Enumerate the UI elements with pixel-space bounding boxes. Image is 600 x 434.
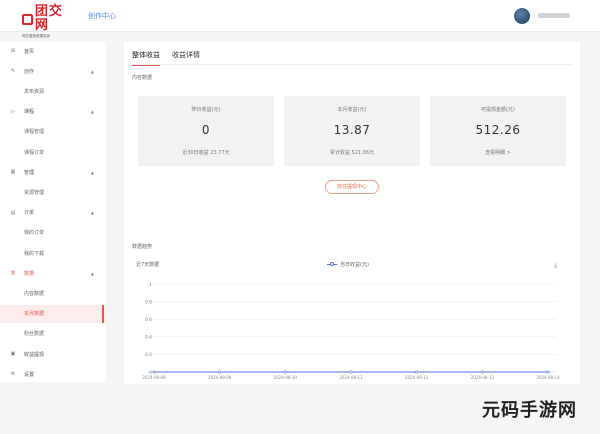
data-point[interactable] [480,370,484,374]
chart-legend[interactable]: 当日收益(元) [327,261,369,268]
x-tick-label: 2024-08-14 [536,375,560,380]
sidebar-item-label: 课程 [24,109,35,116]
sidebar-item-label: 数据 [24,270,35,277]
tab-divider [132,64,572,65]
income-line-chart: 00.20.40.60.812024-08-08 2024-08-09 2024-0… [142,282,560,380]
sidebar-item[interactable]: 资源管理 [0,183,106,201]
sidebar-item[interactable]: ⊞ 首页 [0,42,106,60]
creator-center-link[interactable]: 创作中心 [88,11,116,21]
y-tick-label: 0.6 [145,317,152,323]
view-detail-link[interactable]: 查看明细 > [430,149,566,156]
gear-icon: ⚙ [10,371,16,378]
sidebar-item[interactable]: 课程管理 [0,123,106,141]
y-tick-label: 1 [149,282,152,288]
legend-line-icon [327,262,337,266]
data-point[interactable] [152,370,156,374]
sidebar: ⊞ 首页 ✎ 创作 ▲ 发布资源 ▷ 课程 ▲ 课程管理 课程订单 ▦ 管理 ▲ 资源管理 ▤ 订单 ▲ 我的订单我… [0,42,106,382]
x-tick-label: 2024-08-12 [405,375,429,380]
sidebar-item[interactable]: ⚙ 设置 [0,365,106,383]
chevron-up-icon[interactable]: ▲ [91,109,94,114]
sidebar-item-label: 课程订单 [24,149,45,156]
chevron-up-icon[interactable]: ▲ [91,271,94,276]
chevron-up-icon[interactable]: ▲ [91,210,94,215]
data-point[interactable] [283,370,287,374]
card-title: 可提现金额(元) [481,107,515,113]
data-point[interactable] [546,370,550,374]
data-point[interactable] [415,370,419,374]
sidebar-item[interactable]: 内容数据 [0,284,106,302]
range-label[interactable]: 近7天数据 [136,261,159,268]
watermark: 元码手游网 [482,400,577,421]
top-header: 团交网 网交虚拟资源买卖 创作中心 [0,0,600,38]
x-tick-label: 2024-08-10 [274,375,298,380]
content-data-label: 内容数据 [132,75,153,81]
card-month-income: 本月收益(元) 13.87 累计收益 521.06元 [284,96,420,166]
logo-mark-icon [22,13,33,25]
sidebar-item-label: 我的订单 [24,230,45,237]
home-icon: ⊞ [10,48,16,54]
sidebar-item-label: 设置 [24,371,35,378]
wallet-icon: ▣ [10,351,16,357]
chevron-up-icon[interactable]: ▲ [91,69,94,74]
sidebar-item[interactable]: 本月数据 [0,304,106,323]
logo-text: 团交网 [34,4,63,33]
sidebar-item[interactable]: 发布资源 [0,82,106,100]
sidebar-item-label: 粉丝数据 [24,331,45,338]
x-tick-label: 2024-08-09 [208,375,232,380]
trend-label: 数据趋势 [132,244,153,250]
card-value: 0 [201,123,211,137]
card-title: 本月收益(元) [337,107,367,113]
sidebar-item-label: 发布资源 [24,88,45,95]
card-foot: 近30日收益 23.77元 [182,150,230,156]
card-foot: 累计收益 521.06元 [329,150,375,156]
card-value: 512.26 [475,123,521,137]
y-tick-label: 0.8 [145,299,152,305]
sidebar-item-label: 收益提现 [24,351,45,358]
sidebar-item[interactable]: ▦ 管理 ▲ [0,163,106,181]
grid-icon: ▦ [10,169,16,176]
logo-subtitle: 网交虚拟资源买卖 [22,34,50,38]
sidebar-item-label: 管理 [24,169,35,176]
sidebar-item-label: 本月数据 [24,311,45,318]
card-value: 13.87 [333,123,371,137]
data-point[interactable] [218,370,222,374]
chart-icon: ▥ [10,270,16,277]
sidebar-item[interactable]: ✎ 创作 ▲ [0,62,106,80]
withdraw-center-button[interactable]: 前往提现中心 [325,180,379,194]
sidebar-item-label: 订单 [24,210,35,217]
legend-label: 当日收益(元) [340,262,369,268]
sidebar-item[interactable]: 粉丝数据 [0,325,106,343]
card-title: 昨日收益(元) [191,107,221,113]
main-panel: 整体收益 收益详情 内容数据 昨日收益(元) 0 近30日收益 23.77元 本… [124,42,580,384]
sidebar-item[interactable]: 课程订单 [0,143,106,161]
sidebar-item-label: 首页 [24,48,35,55]
x-tick-label: 2024-08-11 [339,375,363,380]
logo[interactable]: 团交网 网交虚拟资源买卖 [22,5,76,39]
order-icon: ▤ [10,209,16,216]
edit-icon: ✎ [10,68,16,75]
sidebar-item-label: 内容数据 [24,290,45,297]
sidebar-item[interactable]: 我的订单 [0,224,106,242]
sidebar-item-label: 我的下载 [24,250,45,257]
sidebar-item[interactable]: ▤ 订单 ▲ [0,204,106,222]
sidebar-item[interactable]: ▣ 收益提现 [0,345,106,363]
sidebar-item[interactable]: 我的下载 [0,244,106,262]
card-withdrawable: 可提现金额(元) 512.26 查看明细 > [430,96,566,166]
x-tick-label: 2024-08-13 [471,375,495,380]
y-tick-label: 0.2 [145,352,152,358]
sidebar-item[interactable]: ▷ 课程 ▲ [0,103,106,121]
x-tick-label: 2024-08-08 [142,375,166,380]
sidebar-item-label: 课程管理 [24,129,45,136]
sidebar-item[interactable]: ▥ 数据 ▲ [0,264,106,282]
username-blurred[interactable] [538,13,570,18]
download-icon[interactable]: ⤓ [554,261,557,270]
y-tick-label: 0.4 [145,335,152,341]
sidebar-item-label: 资源管理 [24,189,45,196]
data-point[interactable] [349,370,353,374]
avatar[interactable] [514,8,530,24]
chevron-up-icon[interactable]: ▲ [91,170,94,175]
sidebar-item-label: 创作 [24,68,35,75]
card-yesterday-income: 昨日收益(元) 0 近30日收益 23.77元 [138,96,274,166]
video-icon: ▷ [11,108,15,115]
